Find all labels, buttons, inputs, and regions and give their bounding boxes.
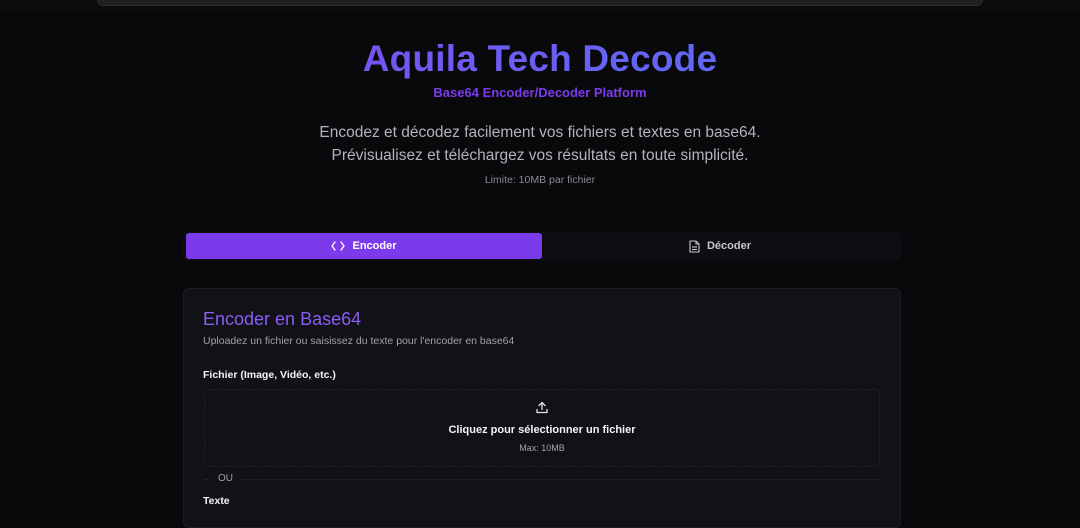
page-subtitle: Base64 Encoder/Decoder Platform <box>433 85 647 100</box>
tab-encoder-label: Encoder <box>352 240 397 252</box>
file-text-icon <box>689 239 700 253</box>
code-icon <box>331 241 346 251</box>
dropzone-max-size: Max: 10MB <box>519 443 565 453</box>
description-line-2: Prévisualisez et téléchargez vos résulta… <box>331 147 749 164</box>
text-field-label: Texte <box>203 495 230 507</box>
upload-icon <box>536 401 548 419</box>
encode-card: Encoder en Base64 Uploadez un fichier ou… <box>183 288 901 528</box>
description-line-1: Encodez et décodez facilement vos fichie… <box>319 124 761 141</box>
scrollbar-track[interactable] <box>97 0 983 6</box>
page-description: Encodez et décodez facilement vos fichie… <box>0 121 1080 167</box>
card-subtitle: Uploadez un fichier ou saisissez du text… <box>203 335 515 347</box>
or-divider <box>203 479 879 480</box>
page-title: Aquila Tech Decode <box>0 36 1080 82</box>
tab-decoder-label: Décoder <box>706 240 752 252</box>
file-field-label: Fichier (Image, Vidéo, etc.) <box>203 369 336 381</box>
tab-encoder[interactable]: Encoder <box>186 233 542 259</box>
mode-tabs: Encoder Décoder <box>183 231 901 261</box>
card-title: Encoder en Base64 <box>203 309 362 329</box>
hero-section: Aquila Tech Decode Base64 Encoder/Decode… <box>0 36 1080 186</box>
file-size-limit: Limite: 10MB par fichier <box>484 174 596 186</box>
or-label: OU <box>209 473 242 484</box>
file-dropzone[interactable]: Cliquez pour sélectionner un fichier Max… <box>204 389 880 467</box>
dropzone-label: Cliquez pour sélectionner un fichier <box>448 424 636 436</box>
tab-decoder[interactable]: Décoder <box>542 233 898 259</box>
